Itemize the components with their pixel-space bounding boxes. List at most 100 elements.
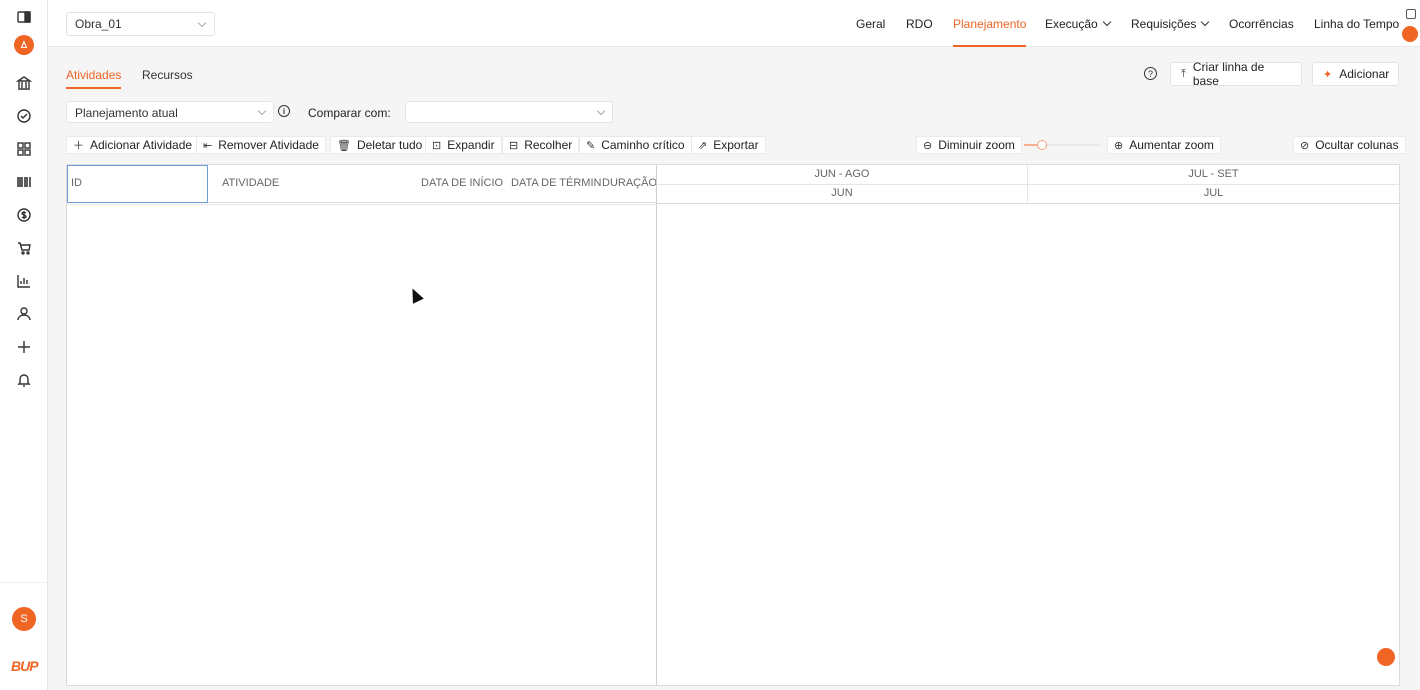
grid-icon[interactable] <box>12 137 36 161</box>
hide-columns-label: Ocultar colunas <box>1315 138 1399 152</box>
topbar: Obra_01 Geral RDO Planejamento Execução … <box>48 0 1420 47</box>
remove-activity-label: Remover Atividade <box>218 138 319 152</box>
timeline-header-bottom <box>657 203 1399 204</box>
nav-linha-do-tempo[interactable]: Linha do Tempo <box>1314 0 1399 47</box>
sparkle-plus-icon: ✦ <box>1323 68 1333 81</box>
chevron-down-icon <box>1102 17 1111 26</box>
nav-label: Ocorrências <box>1229 16 1294 31</box>
bell-icon[interactable] <box>12 368 36 392</box>
external-link-icon: ⇗ <box>698 139 708 152</box>
create-baseline-label: Criar linha de base <box>1192 60 1265 88</box>
timeline-period: JUN - AGO <box>814 168 870 180</box>
chevron-down-icon <box>1201 17 1210 26</box>
nav-geral[interactable]: Geral <box>856 0 885 47</box>
chevron-down-icon <box>197 18 207 28</box>
nav-requisicoes[interactable]: Requisições <box>1131 0 1210 47</box>
nav-label: Geral <box>856 16 886 31</box>
trash-icon: 🗑 <box>337 139 351 152</box>
timeline-month: JUL <box>1203 187 1224 199</box>
nav-label: Linha do Tempo <box>1314 16 1400 31</box>
tab-recursos[interactable]: Recursos <box>142 68 193 82</box>
check-circle-icon[interactable] <box>12 104 36 128</box>
remove-activity-button[interactable]: ⇤ Remover Atividade <box>196 136 326 154</box>
zoom-slider[interactable] <box>1024 140 1100 150</box>
plan-select-value: Planejamento atual <box>75 106 178 120</box>
nav-execucao[interactable]: Execução <box>1045 0 1111 47</box>
feedback-icon[interactable] <box>1406 9 1416 19</box>
hide-columns-button[interactable]: ⊘ Ocultar colunas <box>1293 136 1406 154</box>
app-logo-icon[interactable] <box>14 35 34 55</box>
delete-all-button[interactable]: 🗑 Deletar tudo <box>330 136 430 154</box>
app-window: S BUP Obra_01 Geral RDO Planejamento Exe… <box>0 0 1420 690</box>
timeline-divider <box>657 184 1399 185</box>
zoom-out-icon: ⊖ <box>923 139 933 152</box>
bank-icon[interactable] <box>12 71 36 95</box>
pen-icon: ✎ <box>586 139 596 152</box>
delete-all-label: Deletar tudo <box>356 138 423 152</box>
zoom-out-button[interactable]: ⊖ Diminuir zoom <box>916 136 1022 154</box>
add-activity-button[interactable]: ＋ Adicionar Atividade <box>66 136 200 154</box>
zoom-slider-handle[interactable] <box>1037 140 1047 150</box>
project-select[interactable]: Obra_01 <box>66 12 215 36</box>
panel-toggle-icon[interactable] <box>12 5 36 29</box>
critical-path-label: Caminho crítico <box>601 138 685 152</box>
plus-icon: ＋ <box>73 140 84 152</box>
compare-select[interactable] <box>405 101 613 123</box>
project-select-value: Obra_01 <box>75 17 122 31</box>
compare-label: Comparar com: <box>308 106 391 120</box>
chevron-down-icon <box>596 106 606 116</box>
outdent-icon: ⇤ <box>203 139 213 152</box>
collapse-icon: ⊟ <box>509 139 519 152</box>
nav-planejamento[interactable]: Planejamento <box>953 0 1027 47</box>
timeline-month: JUN <box>831 187 853 199</box>
chat-support-icon[interactable] <box>1377 648 1395 666</box>
column-header-id-cell[interactable] <box>67 165 208 203</box>
zoom-in-label: Aumentar zoom <box>1129 138 1214 152</box>
info-icon[interactable]: i <box>278 105 290 117</box>
grid-header: ID ATIVIDADE DATA DE INÍCIO DATA DE TÉRM… <box>67 165 657 203</box>
nav-ocorrencias[interactable]: Ocorrências <box>1229 0 1294 47</box>
nav-label: Execução <box>1045 16 1098 31</box>
plan-select[interactable]: Planejamento atual <box>66 101 274 123</box>
sidebar-divider <box>0 582 48 583</box>
chart-icon[interactable] <box>12 269 36 293</box>
user-icon[interactable] <box>12 302 36 326</box>
collapse-button[interactable]: ⊟ Recolher <box>502 136 580 154</box>
grid-splitter[interactable] <box>656 165 657 685</box>
help-icon[interactable]: ? <box>1144 67 1157 80</box>
expand-label: Expandir <box>447 138 495 152</box>
column-header-activity[interactable]: ATIVIDADE <box>222 177 279 189</box>
add-button[interactable]: ✦ Adicionar <box>1312 62 1399 86</box>
grid-header-bottom <box>67 204 656 205</box>
critical-path-button[interactable]: ✎ Caminho crítico <box>579 136 692 154</box>
zoom-out-label: Diminuir zoom <box>938 138 1015 152</box>
column-header-duration[interactable]: DURAÇÃO <box>602 177 657 189</box>
chevron-down-icon <box>257 106 267 116</box>
export-button[interactable]: ⇗ Exportar <box>691 136 766 154</box>
avatar[interactable]: S <box>12 607 36 631</box>
eye-off-icon: ⊘ <box>1300 139 1310 152</box>
zoom-in-icon: ⊕ <box>1114 139 1124 152</box>
dollar-icon[interactable] <box>12 203 36 227</box>
timeline-period: JUL - SET <box>1188 168 1239 180</box>
cart-icon[interactable] <box>12 236 36 260</box>
nav-rdo[interactable]: RDO <box>906 0 933 47</box>
column-header-end-date[interactable]: DATA DE TÉRMIN <box>511 177 601 189</box>
column-header-start-date[interactable]: DATA DE INÍCIO <box>421 177 503 189</box>
brand-logo: BUP <box>11 658 39 674</box>
zoom-in-button[interactable]: ⊕ Aumentar zoom <box>1107 136 1221 154</box>
nav-label: RDO <box>906 16 933 31</box>
gantt-grid: ID ATIVIDADE DATA DE INÍCIO DATA DE TÉRM… <box>66 164 1400 686</box>
collapse-label: Recolher <box>524 138 573 152</box>
nav-label: Requisições <box>1131 16 1197 31</box>
tab-atividades[interactable]: Atividades <box>66 68 122 89</box>
expand-button[interactable]: ⊡ Expandir <box>425 136 502 154</box>
export-label: Exportar <box>713 138 759 152</box>
create-baseline-button[interactable]: ⤒ Criar linha de base <box>1170 60 1302 88</box>
thumbs-up-icon[interactable] <box>1402 26 1418 42</box>
expand-icon: ⊡ <box>432 139 442 152</box>
column-header-id[interactable]: ID <box>71 177 82 189</box>
plus-icon[interactable] <box>12 335 36 359</box>
add-activity-label: Adicionar Atividade <box>90 138 193 152</box>
barcode-icon[interactable] <box>12 170 36 194</box>
